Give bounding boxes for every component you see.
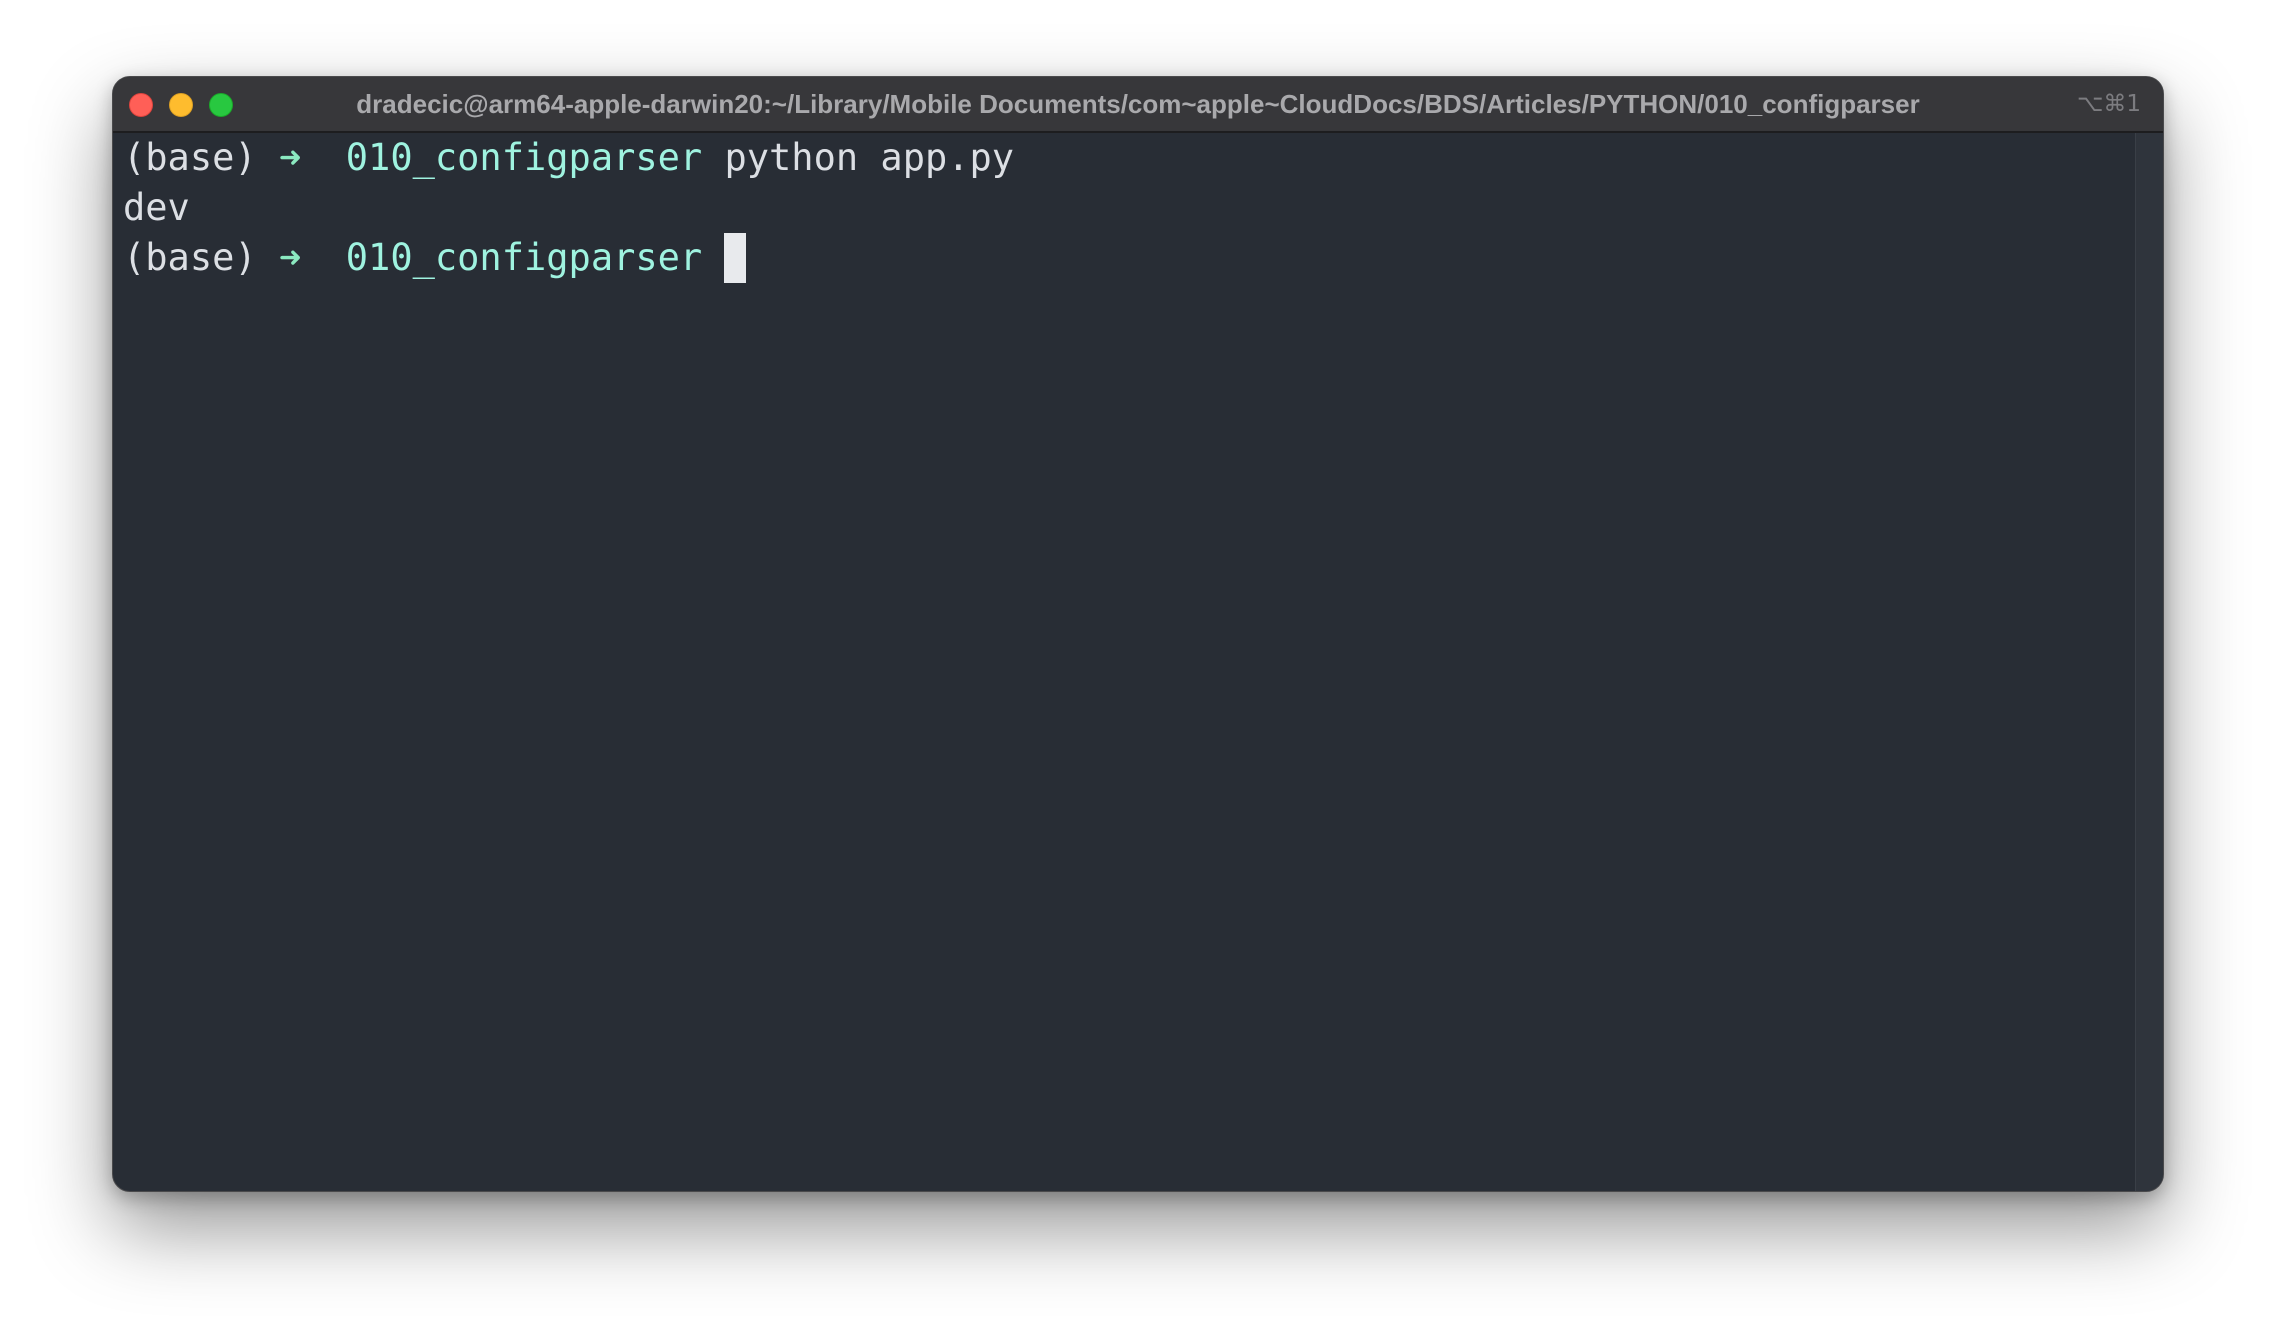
- terminal-line: dev: [123, 183, 2125, 233]
- command-output: dev: [123, 186, 190, 229]
- terminal-window: dradecic@arm64-apple-darwin20:~/Library/…: [112, 76, 2164, 1192]
- prompt-directory: 010_configparser: [345, 236, 703, 279]
- conda-env: (base): [123, 136, 257, 179]
- conda-env: (base): [123, 236, 257, 279]
- title-bar[interactable]: dradecic@arm64-apple-darwin20:~/Library/…: [113, 77, 2163, 133]
- minimize-window-button[interactable]: [169, 93, 193, 117]
- tab-shortcut-label: ⌥⌘1: [2076, 91, 2141, 117]
- scrollbar-track[interactable]: [2135, 133, 2163, 1191]
- prompt-arrow-icon: ➜: [278, 236, 302, 279]
- text-cursor: [724, 233, 747, 283]
- prompt-directory: 010_configparser: [345, 136, 703, 179]
- terminal-line: (base) ➜ 010_configparser: [123, 233, 2125, 283]
- command-text: python app.py: [724, 136, 1015, 179]
- prompt-arrow-icon: ➜: [278, 136, 302, 179]
- close-window-button[interactable]: [129, 93, 153, 117]
- terminal-line: (base) ➜ 010_configparser python app.py: [123, 133, 2125, 183]
- zoom-window-button[interactable]: [209, 93, 233, 117]
- terminal-output[interactable]: (base) ➜ 010_configparser python app.py …: [113, 133, 2135, 1191]
- window-title: dradecic@arm64-apple-darwin20:~/Library/…: [356, 89, 1920, 119]
